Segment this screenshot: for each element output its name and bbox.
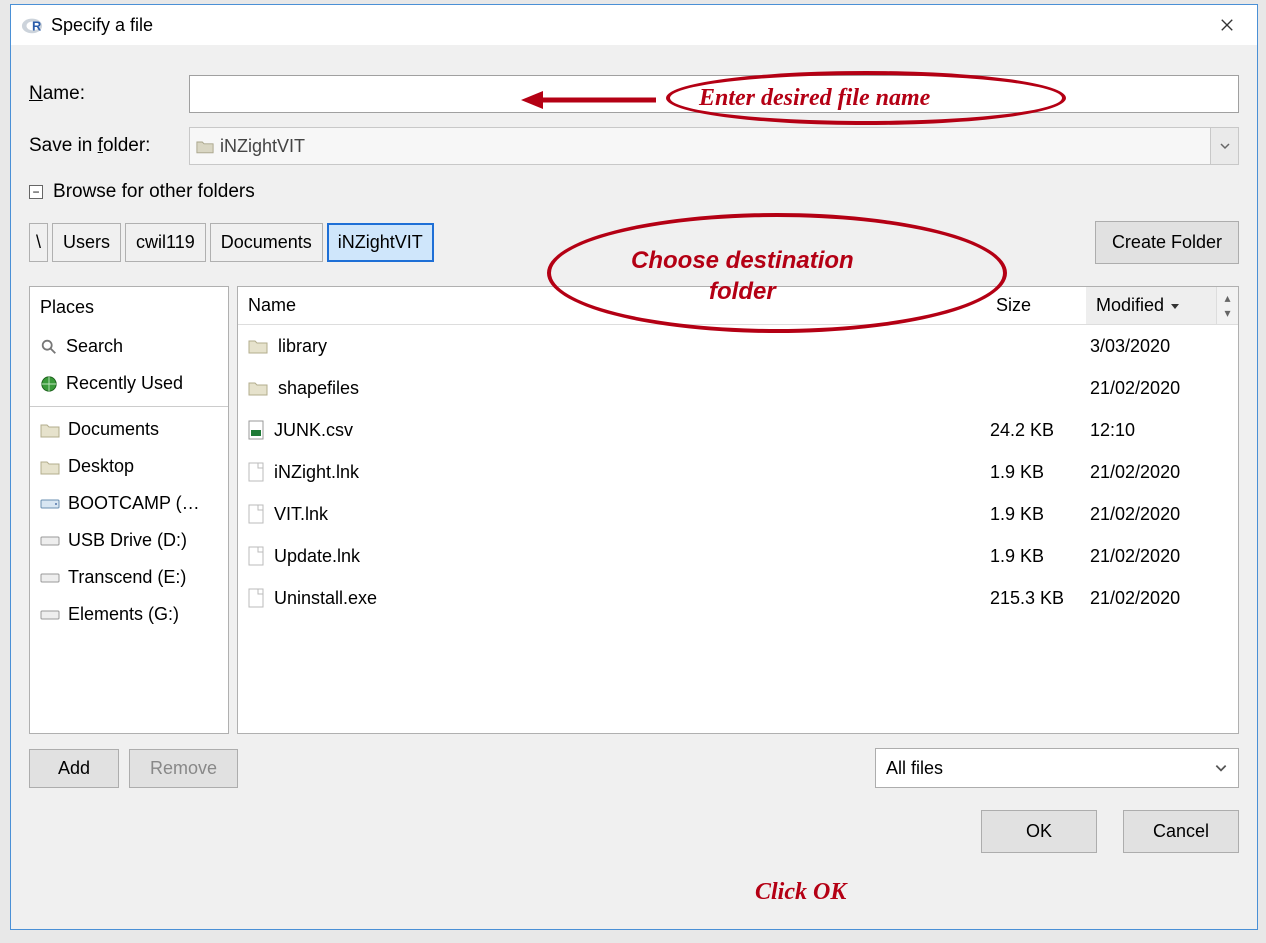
places-search[interactable]: Search	[30, 328, 228, 365]
file-modified: 12:10	[1086, 420, 1216, 441]
file-row[interactable]: VIT.lnk 1.9 KB21/02/2020	[238, 493, 1238, 535]
breadcrumb-current[interactable]: iNZightVIT	[327, 223, 434, 262]
breadcrumb-row: \ Users cwil119 Documents iNZightVIT Cre…	[29, 221, 1239, 264]
chevron-down-icon	[1219, 140, 1231, 152]
column-headers: Name Size Modified ▴ ▾	[238, 287, 1238, 325]
file-name: Update.lnk	[274, 546, 360, 567]
places-bootcamp[interactable]: BOOTCAMP (…	[30, 485, 228, 522]
close-button[interactable]	[1207, 7, 1247, 43]
places-usb-d[interactable]: USB Drive (D:)	[30, 522, 228, 559]
file-icon	[248, 462, 264, 482]
cancel-button[interactable]: Cancel	[1123, 810, 1239, 853]
folder-icon	[248, 380, 268, 396]
add-button[interactable]: Add	[29, 749, 119, 788]
csv-icon	[248, 420, 264, 440]
save-in-row: Save in folder: iNZightVIT	[29, 127, 1239, 165]
file-modified: 21/02/2020	[1086, 462, 1216, 483]
remove-button: Remove	[129, 749, 238, 788]
breadcrumb-user[interactable]: cwil119	[125, 223, 206, 262]
chevron-down-icon	[1214, 761, 1228, 775]
col-size[interactable]: Size	[986, 287, 1086, 324]
file-name: library	[278, 336, 327, 357]
folder-icon	[248, 338, 268, 354]
col-modified[interactable]: Modified	[1086, 287, 1216, 324]
file-size: 1.9 KB	[986, 546, 1086, 567]
file-modified: 21/02/2020	[1086, 378, 1216, 399]
file-modified: 21/02/2020	[1086, 588, 1216, 609]
recent-icon	[40, 375, 58, 393]
file-icon	[248, 588, 264, 608]
file-name: VIT.lnk	[274, 504, 328, 525]
file-size: 1.9 KB	[986, 462, 1086, 483]
breadcrumb-users[interactable]: Users	[52, 223, 121, 262]
file-row[interactable]: iNZight.lnk 1.9 KB21/02/2020	[238, 451, 1238, 493]
annotation-click-ok: Click OK	[755, 879, 846, 906]
file-row[interactable]: Uninstall.exe 215.3 KB21/02/2020	[238, 577, 1238, 619]
file-modified: 21/02/2020	[1086, 504, 1216, 525]
window-title: Specify a file	[51, 15, 153, 36]
breadcrumb-documents[interactable]: Documents	[210, 223, 323, 262]
filename-input[interactable]	[189, 75, 1239, 113]
file-dialog-window: R Specify a file Name: Save in folder: i…	[10, 4, 1258, 930]
ok-button[interactable]: OK	[981, 810, 1097, 853]
name-row: Name:	[29, 75, 1239, 113]
file-type-filter[interactable]: All files	[875, 748, 1239, 788]
svg-text:R: R	[32, 19, 41, 34]
dialog-buttons-row: OK Cancel	[29, 810, 1239, 853]
col-name[interactable]: Name	[238, 287, 986, 324]
create-folder-button[interactable]: Create Folder	[1095, 221, 1239, 264]
save-in-folder: iNZightVIT	[189, 127, 1211, 165]
file-icon	[248, 546, 264, 566]
places-header: Places	[30, 287, 228, 328]
file-name: shapefiles	[278, 378, 359, 399]
scroll-down-icon: ▾	[1224, 306, 1230, 320]
places-buttons-row: Add Remove All files	[29, 748, 1239, 788]
places-elements-g[interactable]: Elements (G:)	[30, 596, 228, 633]
save-in-dropdown[interactable]	[1211, 127, 1239, 165]
titlebar: R Specify a file	[11, 5, 1257, 45]
expander-toggle-icon: −	[29, 185, 43, 199]
breadcrumb-root[interactable]: \	[29, 223, 48, 262]
search-icon	[40, 338, 58, 356]
file-name: Uninstall.exe	[274, 588, 377, 609]
save-in-label: Save in folder:	[29, 135, 189, 157]
save-in-folder-name: iNZightVIT	[220, 136, 305, 157]
dialog-content: Name: Save in folder: iNZightVIT − Brows…	[11, 45, 1257, 865]
scroll-up-icon: ▴	[1224, 291, 1230, 305]
places-transcend-e[interactable]: Transcend (E:)	[30, 559, 228, 596]
places-documents[interactable]: Documents	[30, 411, 228, 448]
expander-label: Browse for other folders	[53, 181, 255, 203]
r-app-icon: R	[21, 14, 43, 36]
drive-icon	[40, 535, 60, 547]
file-name: iNZight.lnk	[274, 462, 359, 483]
file-modified: 3/03/2020	[1086, 336, 1216, 357]
file-row[interactable]: library 3/03/2020	[238, 325, 1238, 367]
file-size: 1.9 KB	[986, 504, 1086, 525]
file-icon	[248, 504, 264, 524]
file-area: Places Search Recently Used Documents De…	[29, 286, 1239, 734]
file-name: JUNK.csv	[274, 420, 353, 441]
sort-desc-icon	[1170, 301, 1180, 311]
file-listing: Name Size Modified ▴ ▾ library 3/03/2020 s…	[237, 286, 1239, 734]
places-panel: Places Search Recently Used Documents De…	[29, 286, 229, 734]
browse-expander[interactable]: − Browse for other folders	[29, 181, 1239, 203]
file-size: 215.3 KB	[986, 588, 1086, 609]
places-recent[interactable]: Recently Used	[30, 365, 228, 402]
scrollbar[interactable]: ▴ ▾	[1216, 287, 1238, 324]
file-size: 24.2 KB	[986, 420, 1086, 441]
drive-icon	[40, 498, 60, 510]
file-row[interactable]: Update.lnk 1.9 KB21/02/2020	[238, 535, 1238, 577]
file-row[interactable]: shapefiles 21/02/2020	[238, 367, 1238, 409]
file-rows: library 3/03/2020 shapefiles 21/02/2020 JUNK…	[238, 325, 1238, 619]
places-separator	[30, 406, 228, 407]
folder-icon	[196, 139, 214, 154]
file-row[interactable]: JUNK.csv 24.2 KB12:10	[238, 409, 1238, 451]
places-desktop[interactable]: Desktop	[30, 448, 228, 485]
file-modified: 21/02/2020	[1086, 546, 1216, 567]
name-label: Name:	[29, 83, 189, 105]
drive-icon	[40, 609, 60, 621]
drive-icon	[40, 572, 60, 584]
folder-icon	[40, 422, 60, 438]
folder-icon	[40, 459, 60, 475]
